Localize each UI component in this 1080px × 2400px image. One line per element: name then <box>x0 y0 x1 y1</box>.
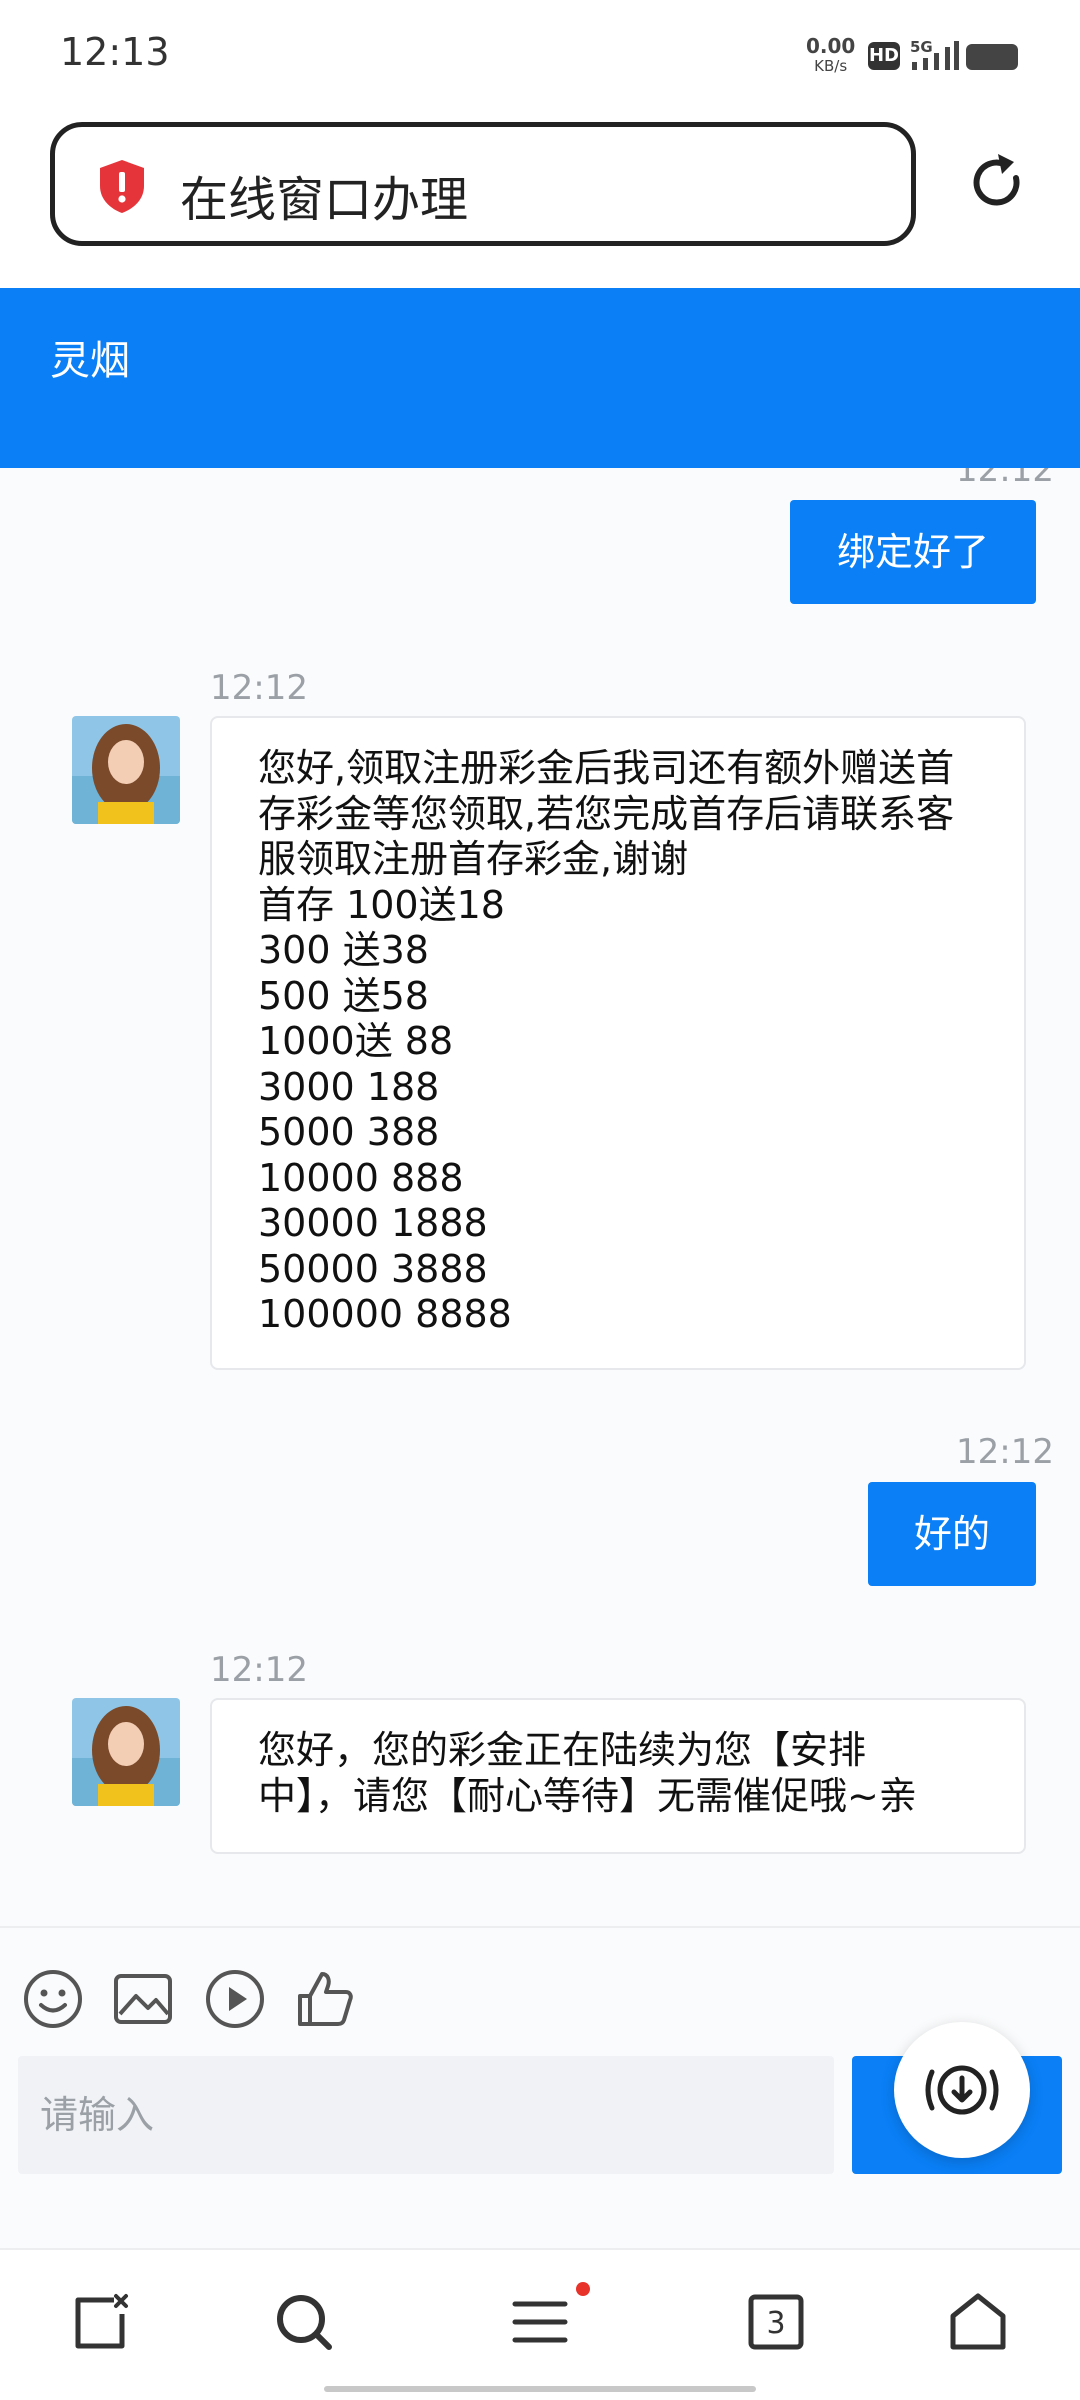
chat-title: 灵烟 <box>50 338 130 384</box>
battery-icon <box>966 44 1018 70</box>
voice-icon <box>925 2065 999 2115</box>
video-icon[interactable] <box>204 1968 266 2034</box>
message-incoming[interactable]: 您好,领取注册彩金后我司还有额外赠送首 存彩金等您领取,若您完成首存后请联系客 … <box>210 716 1026 1370</box>
avatar[interactable] <box>72 716 180 824</box>
net-speed: 0.00 KB/s <box>806 36 855 76</box>
image-icon[interactable] <box>112 1968 174 2034</box>
tabs-count: 3 <box>766 2306 785 2341</box>
network-type: 5G <box>910 38 933 56</box>
home-indicator <box>324 2386 756 2392</box>
shield-icon[interactable] <box>96 158 148 218</box>
search-icon[interactable] <box>274 2292 334 2356</box>
status-time: 12:13 <box>60 30 170 74</box>
net-speed-unit: KB/s <box>814 57 848 75</box>
signal-icon: 5G <box>910 38 960 76</box>
message-input[interactable] <box>18 2056 834 2174</box>
message-input-box[interactable] <box>18 2056 834 2174</box>
tabs-icon[interactable]: 3 <box>746 2292 806 2356</box>
thumbs-up-icon[interactable] <box>294 1968 356 2034</box>
timestamp: 12:12 <box>210 668 308 708</box>
voice-button[interactable] <box>894 2022 1030 2158</box>
message-outgoing[interactable]: 好的 <box>868 1482 1036 1586</box>
timestamp: 12:12 <box>956 1432 1054 1472</box>
emoji-icon[interactable] <box>22 1968 84 2034</box>
menu-icon[interactable] <box>510 2292 570 2356</box>
header-cover <box>0 440 1080 468</box>
close-tab-icon[interactable] <box>72 2292 132 2356</box>
timestamp: 12:12 <box>210 1650 308 1690</box>
reload-icon[interactable] <box>964 150 1028 218</box>
hd-badge: HD <box>868 42 900 70</box>
home-icon[interactable] <box>948 2292 1008 2356</box>
net-speed-value: 0.00 <box>806 34 856 58</box>
avatar[interactable] <box>72 1698 180 1806</box>
divider <box>0 1926 1080 1928</box>
notification-badge <box>576 2282 590 2296</box>
message-incoming[interactable]: 您好，您的彩金正在陆续为您【安排 中】，请您【耐心等待】无需催促哦~亲 <box>210 1698 1026 1854</box>
page-title[interactable]: 在线窗口办理 <box>180 160 468 230</box>
message-outgoing[interactable]: 绑定好了 <box>790 500 1036 604</box>
